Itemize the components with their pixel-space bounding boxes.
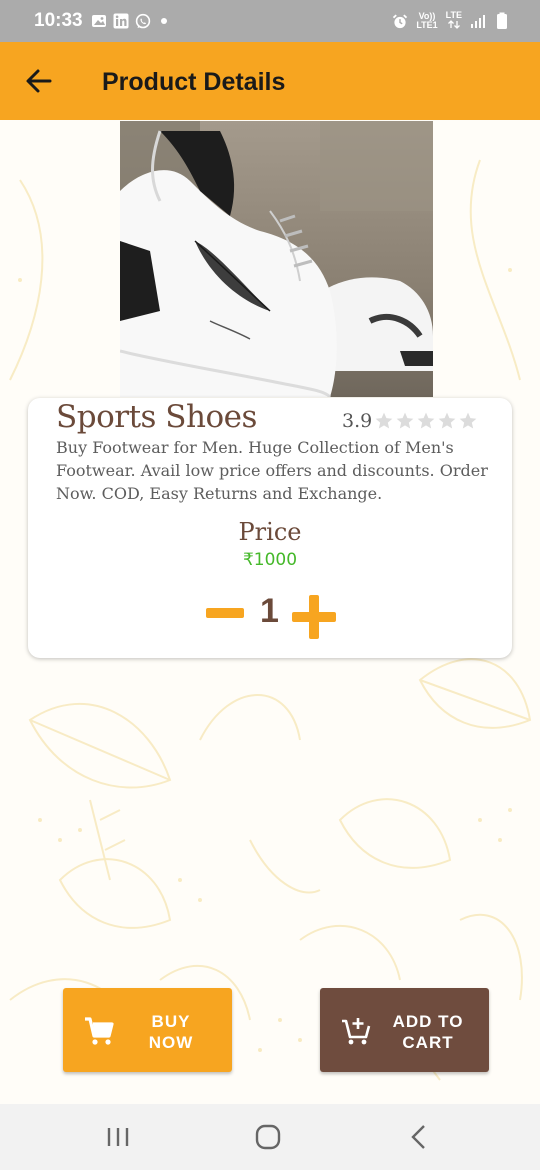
buy-now-label-line1: BUY (151, 1012, 191, 1031)
battery-icon (494, 12, 510, 29)
product-description: Buy Footwear for Men. Huge Collection of… (56, 438, 488, 503)
volte-indicator: Vo)) LTE1 (416, 12, 437, 30)
signal-icon (470, 13, 486, 29)
star-icon[interactable] (458, 411, 478, 431)
star-icon[interactable] (416, 411, 436, 431)
system-navigation-bar (0, 1104, 540, 1170)
decrease-quantity-button[interactable] (206, 608, 244, 618)
product-name: Sports Shoes (56, 399, 257, 435)
star-icon[interactable] (437, 411, 457, 431)
rating-value: 3.9 (342, 410, 373, 432)
gallery-icon (91, 13, 107, 29)
rating: 3.9 (342, 410, 479, 432)
home-button[interactable] (253, 1122, 283, 1152)
add-to-cart-label-line1: ADD TO (392, 1012, 464, 1031)
status-time: 10:33 (34, 10, 83, 31)
product-image (120, 121, 433, 397)
lte-label: LTE (445, 10, 462, 20)
more-notifications-dot (160, 18, 167, 24)
buy-now-label-line2: NOW (148, 1033, 194, 1052)
add-to-cart-label: ADD TO CART (378, 1011, 478, 1053)
increase-quantity-button[interactable] (292, 595, 336, 639)
star-icon[interactable] (374, 411, 394, 431)
status-notification-icons (91, 13, 151, 29)
lte-indicator: LTE (446, 11, 462, 31)
price-label: Price (238, 518, 302, 546)
back-button[interactable] (24, 66, 54, 96)
buy-now-label: BUY NOW (121, 1011, 221, 1053)
add-to-cart-button[interactable]: ADD TO CART (320, 988, 489, 1072)
arrow-left-icon (26, 69, 52, 93)
back-nav-button[interactable] (404, 1122, 434, 1152)
add-to-cart-label-line2: CART (402, 1033, 454, 1052)
page-title: Product Details (102, 68, 286, 96)
chevron-left-icon (411, 1125, 425, 1149)
star-icon[interactable] (395, 411, 415, 431)
linkedin-icon (113, 13, 129, 29)
add-shopping-cart-icon (342, 1018, 371, 1045)
data-arrows-icon (447, 20, 460, 29)
alarm-icon (392, 13, 408, 29)
product-card: Sports Shoes 3.9 Buy Footwear for Men. H… (28, 398, 512, 658)
quantity-value: 1 (260, 592, 279, 630)
price-value: ₹1000 (242, 550, 298, 570)
whatsapp-icon (135, 13, 151, 29)
status-system-icons: Vo)) LTE1 LTE (392, 11, 510, 31)
lte1-label: LTE1 (416, 20, 438, 30)
recent-apps-icon (107, 1128, 129, 1146)
buy-now-button[interactable]: BUY NOW (63, 988, 232, 1072)
home-icon (255, 1124, 281, 1150)
cart-icon (85, 1017, 114, 1045)
app-bar: Product Details (0, 42, 540, 120)
recent-apps-button[interactable] (103, 1122, 133, 1152)
status-bar: 10:33 Vo)) LTE1 LTE (0, 0, 540, 42)
